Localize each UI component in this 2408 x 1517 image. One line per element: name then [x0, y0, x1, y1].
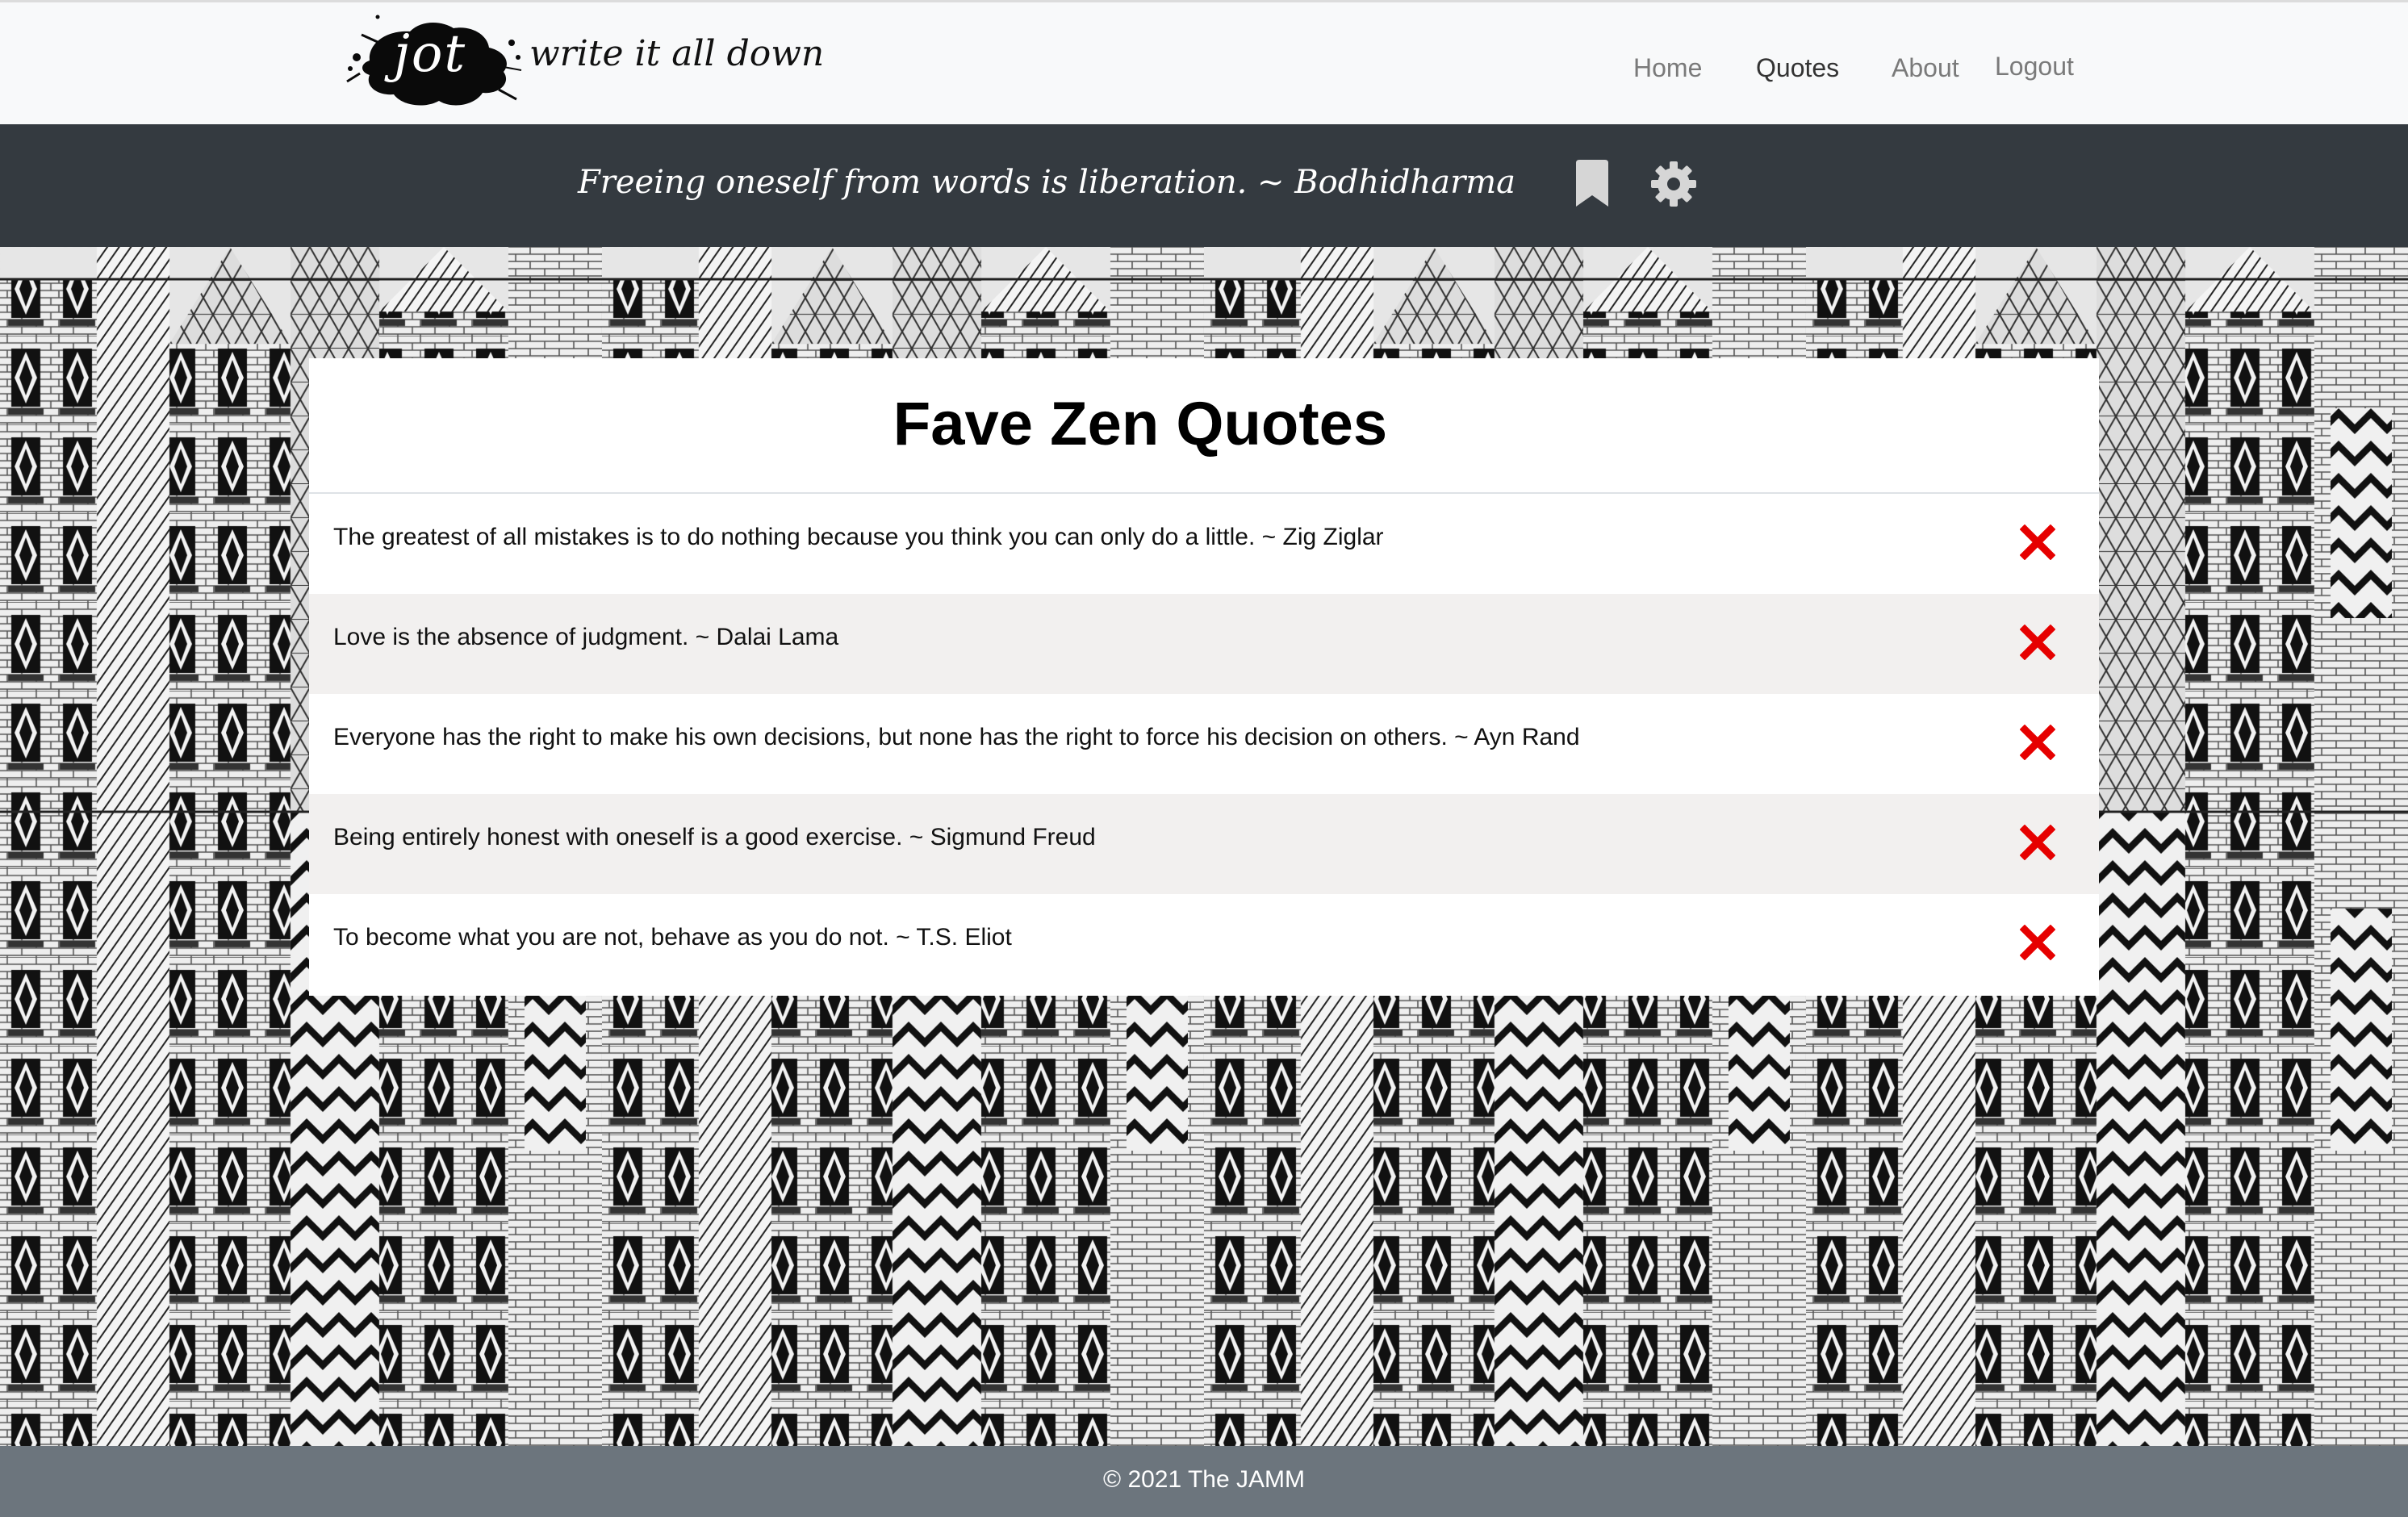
gear-icon[interactable]	[1649, 160, 1698, 208]
close-icon[interactable]	[2020, 524, 2055, 560]
close-icon[interactable]	[2020, 825, 2055, 860]
close-icon[interactable]	[2020, 625, 2055, 660]
quote-row: To become what you are not, behave as yo…	[309, 894, 2099, 994]
nav-home-link[interactable]: Home	[1633, 48, 1702, 88]
navbar: jot write it all down Home Quotes About …	[0, 0, 2408, 124]
daily-quote-bar: Freeing oneself from words is liberation…	[0, 124, 2408, 247]
quote-row: Being entirely honest with oneself is a …	[309, 794, 2099, 894]
quote-row: The greatest of all mistakes is to do no…	[309, 494, 2099, 594]
page-title: Fave Zen Quotes	[893, 390, 1388, 458]
quote-row: Everyone has the right to make his own d…	[309, 694, 2099, 794]
fave-quotes-card: Fave Zen Quotes The greatest of all mist…	[309, 358, 2099, 996]
nav-links: Home Quotes About Logout	[0, 46, 2408, 86]
nav-quotes-link[interactable]: Quotes	[1756, 48, 1839, 88]
card-header: Fave Zen Quotes	[309, 358, 2099, 494]
quote-text: Love is the absence of judgment. ~ Dalai…	[333, 624, 839, 650]
quote-row: Love is the absence of judgment. ~ Dalai…	[309, 594, 2099, 694]
daily-quote-text: Freeing oneself from words is liberation…	[577, 164, 1515, 201]
nav-logout-link[interactable]: Logout	[1995, 46, 2074, 86]
footer: © 2021 The JAMM	[0, 1446, 2408, 1517]
copyright-text: © 2021 The JAMM	[1103, 1466, 1305, 1493]
quote-text: Everyone has the right to make his own d…	[333, 724, 1580, 750]
close-icon[interactable]	[2020, 725, 2055, 760]
quote-text: To become what you are not, behave as yo…	[333, 924, 1012, 951]
close-icon[interactable]	[2020, 925, 2055, 960]
quote-text: Being entirely honest with oneself is a …	[333, 824, 1096, 850]
quote-text: The greatest of all mistakes is to do no…	[333, 524, 1384, 550]
bookmark-icon[interactable]	[1574, 160, 1611, 208]
nav-about-link[interactable]: About	[1892, 48, 1959, 88]
